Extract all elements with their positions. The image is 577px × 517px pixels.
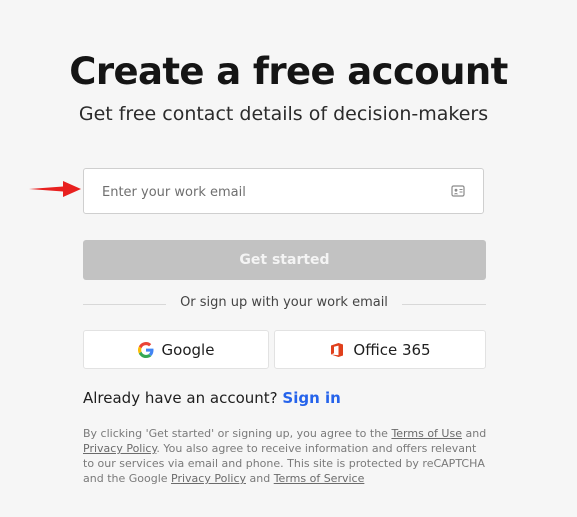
google-label: Google [161, 340, 215, 359]
office365-signup-button[interactable]: Office 365 [274, 330, 486, 369]
office-logo-icon [331, 342, 344, 357]
divider-text: Or sign up with your work email [180, 295, 388, 310]
legal-part-1: By clicking 'Get started' or signing up,… [83, 427, 392, 440]
privacy-policy-link[interactable]: Privacy Policy [83, 442, 156, 455]
divider-right [402, 304, 486, 305]
signin-row: Already have an account? Sign in [83, 389, 341, 407]
email-field-container [83, 168, 484, 215]
google-logo-icon [137, 341, 154, 358]
divider-left [83, 304, 166, 305]
legal-part-4: and [246, 472, 274, 485]
contact-card-icon[interactable] [451, 184, 465, 198]
google-privacy-policy-link[interactable]: Privacy Policy [171, 472, 246, 485]
terms-of-service-link[interactable]: Terms of Service [274, 472, 365, 485]
google-signup-button[interactable]: Google [83, 330, 269, 369]
signin-prompt: Already have an account? [83, 389, 278, 407]
arrow-right-icon [29, 181, 81, 197]
legal-part-2: and [461, 427, 487, 440]
office-label: Office 365 [353, 340, 431, 359]
page-title: Create a free account [69, 50, 508, 93]
signin-link[interactable]: Sign in [282, 389, 340, 407]
email-input[interactable] [100, 169, 444, 215]
terms-of-use-link[interactable]: Terms of Use [391, 427, 462, 440]
legal-text: By clicking 'Get started' or signing up,… [83, 426, 488, 486]
get-started-button[interactable]: Get started [83, 240, 486, 280]
page-subtitle: Get free contact details of decision-mak… [78, 103, 489, 125]
